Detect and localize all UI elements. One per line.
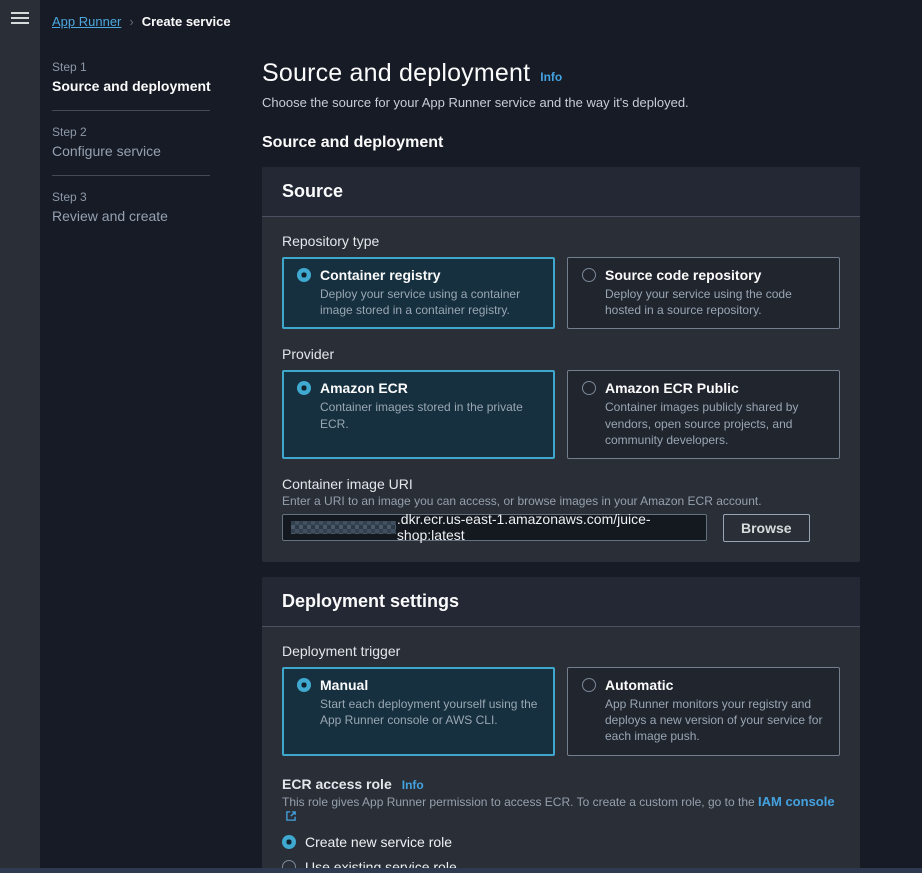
container-image-uri-input[interactable]: .dkr.ecr.us-east-1.amazonaws.com/juice-s… bbox=[282, 514, 707, 541]
card-desc: Start each deployment yourself using the… bbox=[320, 696, 540, 728]
radio-unselected-icon[interactable] bbox=[582, 678, 596, 692]
step-2-configure-service[interactable]: Step 2 Configure service bbox=[52, 125, 262, 159]
collapsed-sidebar bbox=[0, 0, 40, 873]
breadcrumb-separator-icon: › bbox=[129, 14, 133, 29]
app-runner-create-service-page: App Runner › Create service Step 1 Sourc… bbox=[0, 0, 922, 873]
step-divider bbox=[52, 175, 210, 176]
page-title-info-link[interactable]: Info bbox=[540, 70, 562, 84]
container-image-uri-desc: Enter a URI to an image you can access, … bbox=[282, 494, 840, 508]
card-title: Amazon ECR bbox=[320, 380, 408, 396]
source-panel: Source Repository type Container registr… bbox=[262, 167, 860, 562]
breadcrumb-app-runner-link[interactable]: App Runner bbox=[52, 14, 121, 29]
deployment-settings-title: Deployment settings bbox=[262, 577, 860, 627]
repo-type-container-registry-option[interactable]: Container registry Deploy your service u… bbox=[282, 257, 555, 329]
step-1-label: Source and deployment bbox=[52, 78, 262, 94]
radio-selected-icon[interactable] bbox=[297, 381, 311, 395]
content-area: App Runner › Create service Step 1 Sourc… bbox=[40, 0, 922, 873]
step-3-label: Review and create bbox=[52, 208, 262, 224]
deployment-settings-panel: Deployment settings Deployment trigger M… bbox=[262, 577, 860, 873]
page-title: Source and deployment bbox=[262, 59, 530, 88]
step-2-label: Configure service bbox=[52, 143, 262, 159]
step-2-eyebrow: Step 2 bbox=[52, 125, 262, 139]
radio-unselected-icon[interactable] bbox=[582, 381, 596, 395]
repo-type-source-code-repository-option[interactable]: Source code repository Deploy your servi… bbox=[567, 257, 840, 329]
step-1-eyebrow: Step 1 bbox=[52, 60, 262, 74]
trigger-automatic-option[interactable]: Automatic App Runner monitors your regis… bbox=[567, 667, 840, 756]
radio-unselected-icon[interactable] bbox=[582, 268, 596, 282]
ecr-role-desc-text: This role gives App Runner permission to… bbox=[282, 795, 758, 809]
page-subtitle: Choose the source for your App Runner se… bbox=[262, 95, 860, 110]
browse-button[interactable]: Browse bbox=[723, 514, 810, 542]
card-title: Manual bbox=[320, 677, 368, 693]
card-desc: Container images publicly shared by vend… bbox=[605, 399, 825, 448]
card-title: Source code repository bbox=[605, 267, 761, 283]
card-desc: App Runner monitors your registry and de… bbox=[605, 696, 825, 745]
step-3-review-and-create[interactable]: Step 3 Review and create bbox=[52, 190, 262, 224]
trigger-manual-option[interactable]: Manual Start each deployment yourself us… bbox=[282, 667, 555, 756]
footer-bar bbox=[0, 868, 922, 873]
deployment-trigger-label: Deployment trigger bbox=[282, 643, 840, 659]
radio-selected-icon[interactable] bbox=[282, 835, 296, 849]
radio-selected-icon[interactable] bbox=[297, 678, 311, 692]
radio-label: Create new service role bbox=[305, 834, 452, 850]
redacted-account-id bbox=[291, 521, 396, 534]
wizard-steps-nav: Step 1 Source and deployment Step 2 Conf… bbox=[52, 29, 262, 873]
step-3-eyebrow: Step 3 bbox=[52, 190, 262, 204]
step-divider bbox=[52, 110, 210, 111]
radio-selected-icon[interactable] bbox=[297, 268, 311, 282]
card-title: Automatic bbox=[605, 677, 673, 693]
card-desc: Deploy your service using a container im… bbox=[320, 286, 540, 318]
external-link-icon bbox=[285, 810, 297, 822]
ecr-access-role-label: ECR access role bbox=[282, 776, 392, 792]
uri-value-text: .dkr.ecr.us-east-1.amazonaws.com/juice-s… bbox=[397, 511, 698, 543]
provider-amazon-ecr-option[interactable]: Amazon ECR Container images stored in th… bbox=[282, 370, 555, 459]
provider-amazon-ecr-public-option[interactable]: Amazon ECR Public Container images publi… bbox=[567, 370, 840, 459]
provider-label: Provider bbox=[282, 346, 840, 362]
menu-icon[interactable] bbox=[11, 12, 29, 24]
card-desc: Container images stored in the private E… bbox=[320, 399, 540, 431]
wizard-main-column: Source and deployment Info Choose the so… bbox=[262, 29, 860, 873]
card-title: Amazon ECR Public bbox=[605, 380, 739, 396]
ecr-access-role-desc: This role gives App Runner permission to… bbox=[282, 794, 840, 824]
step-1-source-and-deployment: Step 1 Source and deployment bbox=[52, 60, 262, 94]
ecr-access-role-info-link[interactable]: Info bbox=[402, 778, 424, 792]
create-new-service-role-radio[interactable]: Create new service role bbox=[282, 834, 840, 850]
card-title: Container registry bbox=[320, 267, 441, 283]
card-desc: Deploy your service using the code hoste… bbox=[605, 286, 825, 318]
source-panel-title: Source bbox=[262, 167, 860, 217]
repository-type-label: Repository type bbox=[282, 233, 840, 249]
container-image-uri-label: Container image URI bbox=[282, 476, 840, 492]
breadcrumb: App Runner › Create service bbox=[52, 0, 922, 29]
section-heading: Source and deployment bbox=[262, 134, 860, 152]
breadcrumb-current: Create service bbox=[142, 14, 231, 29]
